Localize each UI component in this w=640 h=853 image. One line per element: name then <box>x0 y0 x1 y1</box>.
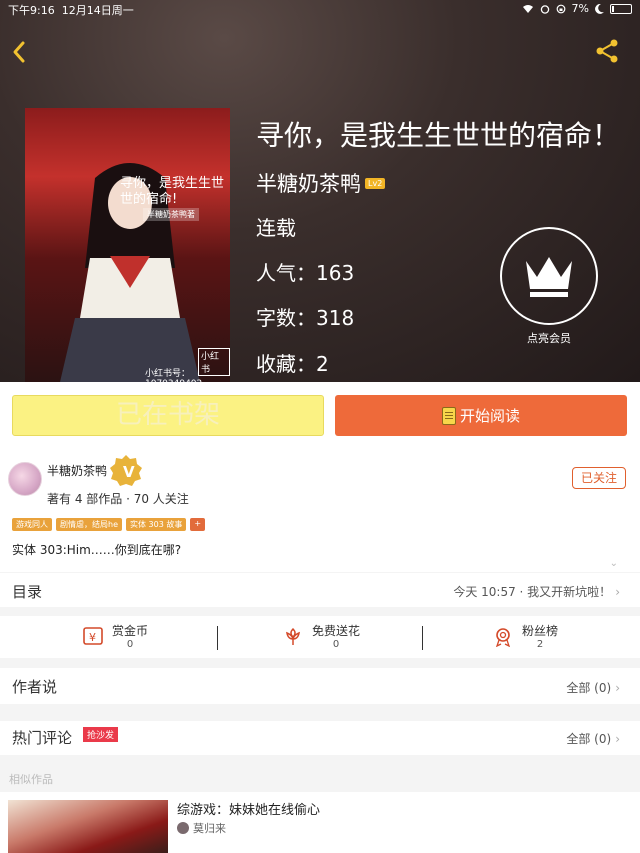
start-reading-button[interactable]: 开始阅读 <box>335 395 627 436</box>
book-intro: 实体 303:Him……你到底在哪? <box>12 543 182 557</box>
cover-book-no: 小红书号：1070349402 <box>145 369 202 382</box>
author-summary: 著有 4 部作品 · 70 人关注 <box>47 492 189 506</box>
send-flower-button[interactable]: 免费送花 0 <box>282 622 360 650</box>
moon-icon <box>595 3 604 14</box>
popularity: 人气：163 <box>256 261 355 285</box>
author-line[interactable]: 半糖奶茶鸭 Lv2 <box>256 168 386 198</box>
author-card: 半糖奶茶鸭 V 著有 4 部作品 · 70 人关注 已关注 游戏同人 剧情虐，结… <box>0 448 640 572</box>
chevron-right-icon: › <box>615 585 620 599</box>
add-tag-button[interactable]: + <box>190 518 206 531</box>
level-badge: Lv2 <box>365 177 386 189</box>
start-reading-label: 开始阅读 <box>459 407 520 425</box>
chevron-down-icon[interactable]: ⌄ <box>610 558 618 569</box>
similar-title[interactable]: 综游戏：妹妹她在线偷心 <box>177 799 320 818</box>
follow-button[interactable]: 已关注 <box>572 467 626 489</box>
cover-title: 寻你，是我生生世世的宿命! <box>120 176 225 207</box>
avatar <box>177 822 189 834</box>
word-count: 字数：318 <box>256 306 355 330</box>
first-comment-badge[interactable]: 抢沙发 <box>83 727 119 742</box>
stat-value: 2 <box>536 639 544 650</box>
stat-value: 0 <box>332 639 340 650</box>
book-icon <box>441 406 456 425</box>
medal-icon <box>495 628 511 647</box>
stat-label: 赏金币 <box>112 624 149 638</box>
status-bar: 下午9:16 12月14日周一 7% <box>0 0 640 18</box>
favorites-count: 收藏：2 <box>256 352 329 376</box>
author-name[interactable]: 半糖奶茶鸭 <box>256 168 361 198</box>
tag[interactable]: 剧情虐，结局he <box>56 518 122 531</box>
crown-circle <box>500 227 598 325</box>
tag[interactable]: 游戏同人 <box>12 518 52 531</box>
hot-comments-row[interactable]: 热门评论 抢沙发 全部 (0) › <box>0 721 640 755</box>
author-says-count: 全部 (0) <box>566 681 612 695</box>
lock-rotation-icon <box>556 4 565 13</box>
tag-list: 游戏同人 剧情虐，结局he 实体 303 故事 + <box>12 518 206 531</box>
divider <box>422 626 423 650</box>
svg-text:¥: ¥ <box>89 631 96 644</box>
support-stats: ¥ 赏金币 0 免费送花 0 粉丝榜 2 <box>0 616 640 658</box>
author-says-title: 作者说 <box>12 678 58 696</box>
vip-button[interactable]: 点亮会员 <box>500 227 598 347</box>
cover-author-tag: 半糖奶茶鸭著 <box>143 208 199 221</box>
toc-row[interactable]: 目录 今天 10:57 · 我又开新坑啦！ › <box>0 573 640 607</box>
on-shelf-button[interactable]: 已在书架 <box>12 395 324 436</box>
alarm-icon <box>540 4 549 14</box>
fan-ranking-button[interactable]: 粉丝榜 2 <box>492 622 558 650</box>
status-date: 12月14日周一 <box>61 4 134 17</box>
similar-author-name: 莫归来 <box>193 822 226 835</box>
stat-label: 免费送花 <box>312 624 361 638</box>
similar-works-label: 相似作品 <box>9 773 53 786</box>
battery-percent: 7% <box>571 2 589 15</box>
chevron-right-icon: › <box>615 681 620 695</box>
author-card-name[interactable]: 半糖奶茶鸭 <box>47 462 107 479</box>
toc-latest: 今天 10:57 · 我又开新坑啦！ <box>453 585 612 599</box>
toc-title: 目录 <box>12 583 43 601</box>
book-title: 寻你，是我生生世世的宿命！ <box>256 119 621 152</box>
similar-work-item[interactable]: 综游戏：妹妹她在线偷心 莫归来 <box>0 792 640 853</box>
verified-v-icon: V <box>110 455 142 486</box>
tag[interactable]: 实体 303 故事 <box>126 518 187 531</box>
stat-value: 0 <box>126 639 134 650</box>
coin-icon: ¥ <box>83 627 103 645</box>
flower-icon <box>286 627 300 645</box>
status-time: 下午9:16 <box>8 4 55 17</box>
back-chevron-icon[interactable] <box>8 38 32 66</box>
svg-text:V: V <box>123 463 135 481</box>
author-says-row[interactable]: 作者说 全部 (0) › <box>0 668 640 704</box>
book-header: 下午9:16 12月14日周一 7% 寻你，是我生生世世的宿命! 半糖奶茶鸭著 … <box>0 0 640 382</box>
similar-author: 莫归来 <box>177 820 226 836</box>
reward-coin-button[interactable]: ¥ 赏金币 0 <box>82 622 148 650</box>
divider <box>217 626 218 650</box>
share-icon[interactable] <box>594 38 620 64</box>
book-cover[interactable]: 寻你，是我生生世世的宿命! 半糖奶茶鸭著 小红书 小红书号：1070349402 <box>25 108 230 382</box>
wifi-icon <box>522 4 533 13</box>
action-bar: 已在书架 开始阅读 <box>0 382 640 448</box>
crown-icon <box>526 257 572 297</box>
serial-status: 连载 <box>256 216 296 240</box>
similar-cover[interactable] <box>8 800 168 853</box>
hot-comments-count: 全部 (0) <box>566 732 612 746</box>
stat-label: 粉丝榜 <box>522 624 559 638</box>
battery-icon <box>610 3 632 14</box>
chevron-right-icon: › <box>615 732 620 746</box>
avatar[interactable] <box>8 462 42 496</box>
hot-comments-title: 热门评论 <box>12 729 73 747</box>
vip-label: 点亮会员 <box>527 332 571 345</box>
